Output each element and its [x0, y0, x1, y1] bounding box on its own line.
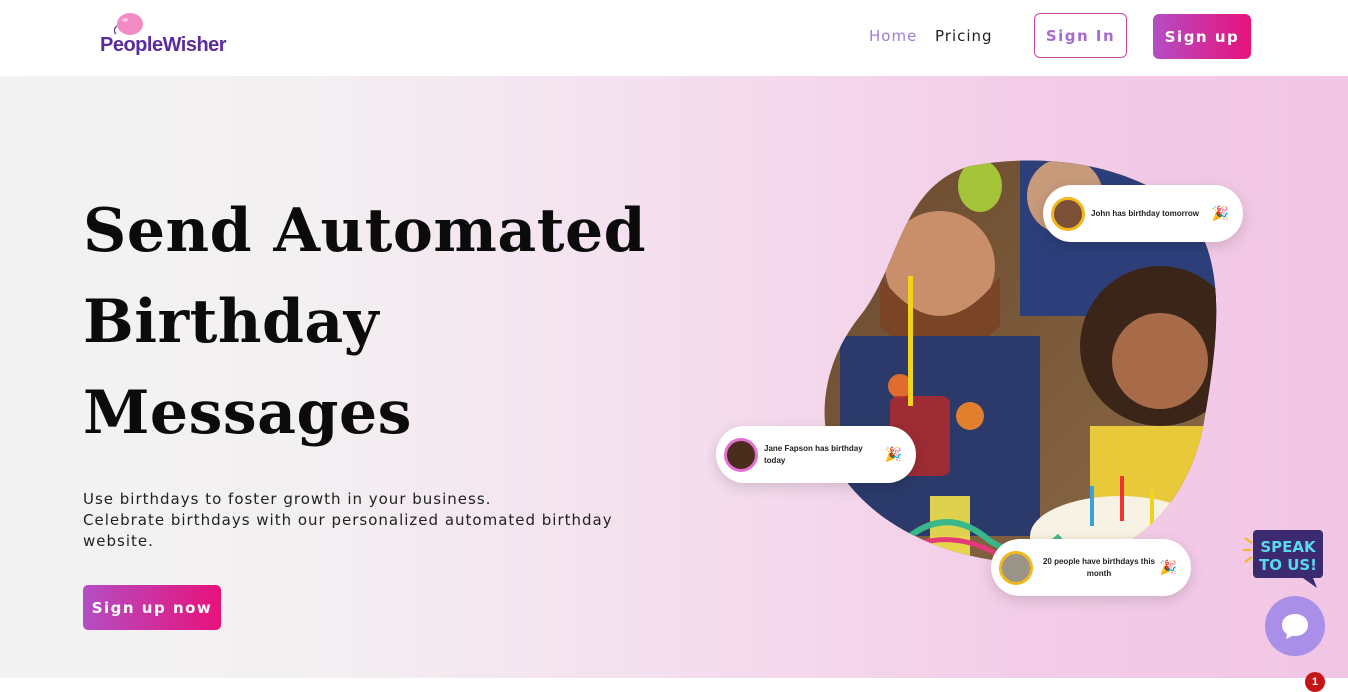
notification-text: John has birthday tomorrow	[1091, 208, 1200, 218]
nav-home[interactable]: Home	[869, 27, 917, 45]
hero-headline: Send Automated Birthday Messages	[83, 186, 703, 459]
logo[interactable]: PeopleWisher	[100, 12, 230, 62]
subtext-line-3: website.	[83, 532, 154, 550]
hero-subtext: Use birthdays to foster growth in your b…	[83, 489, 643, 552]
headline-line-2: Birthday	[83, 287, 380, 357]
headline-line-1: Send Automated	[83, 196, 647, 266]
speak-line-2: TO US!	[1259, 556, 1317, 574]
notification-text: Jane Fapson has birthday today	[764, 443, 863, 465]
subtext-line-1: Use birthdays to foster growth in your b…	[83, 490, 492, 508]
sign-in-button[interactable]: Sign In	[1034, 13, 1127, 58]
chat-bubble-icon	[1282, 614, 1308, 639]
speak-line-1: SPEAK	[1260, 538, 1317, 556]
chat-button[interactable]	[1265, 596, 1325, 656]
notification-card: Jane Fapson has birthday today 🎉	[716, 426, 916, 483]
speak-to-us-badge[interactable]: SPEAK TO US!	[1243, 528, 1327, 590]
party-popper-icon: 🎉	[884, 446, 902, 462]
party-popper-icon: 🎉	[1159, 559, 1177, 575]
notification-text: 20 people have birthdays this month	[1042, 556, 1156, 578]
nav-pricing[interactable]: Pricing	[935, 27, 993, 45]
subtext-line-2: Celebrate birthdays with our personalize…	[83, 511, 613, 529]
party-popper-icon: 🎉	[1211, 205, 1229, 221]
site-header: PeopleWisher Home Pricing Sign In Sign u…	[0, 0, 1348, 76]
logo-text: PeopleWisher	[100, 34, 227, 56]
notification-card: John has birthday tomorrow 🎉	[1043, 185, 1243, 242]
hero-section: Send Automated Birthday Messages Use bir…	[0, 76, 1348, 692]
notification-card: 20 people have birthdays this month 🎉	[991, 539, 1191, 596]
avatar	[1051, 196, 1085, 231]
sign-up-now-button[interactable]: Sign up now	[83, 585, 221, 630]
headline-line-3: Messages	[83, 378, 412, 448]
chat-notification-badge: 1	[1305, 672, 1325, 692]
sign-up-button[interactable]: Sign up	[1153, 14, 1251, 59]
avatar	[724, 437, 758, 472]
avatar	[999, 550, 1033, 585]
